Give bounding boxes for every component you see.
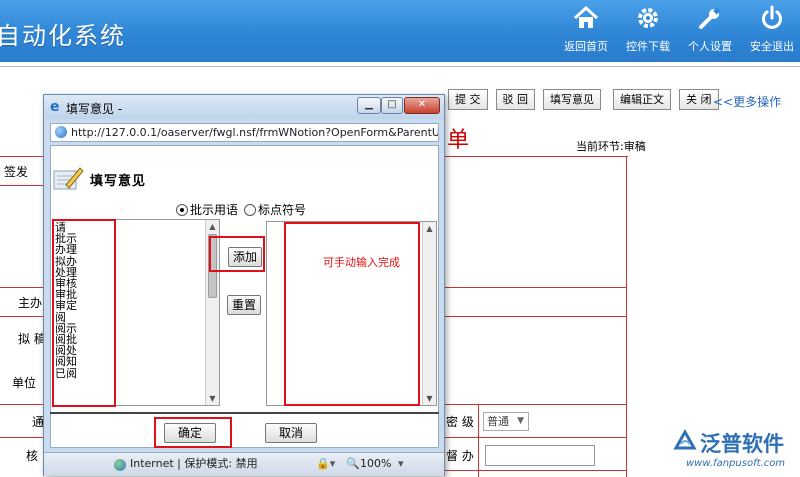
form-line bbox=[445, 316, 627, 317]
submit-button[interactable]: 提 交 bbox=[448, 89, 488, 110]
phrase-type-radios: 批示用语 标点符号 bbox=[176, 201, 306, 218]
edit-body-button[interactable]: 编辑正文 bbox=[613, 89, 671, 110]
brand-logo-icon bbox=[673, 428, 697, 450]
radio-instruction[interactable] bbox=[176, 203, 188, 216]
opinion-header: 填写意见 bbox=[52, 165, 146, 193]
address-bar[interactable]: http://127.0.0.1/oaserver/fwgl.nsf/frmWN… bbox=[50, 123, 439, 142]
minimize-button[interactable]: ▁ bbox=[357, 97, 381, 114]
form-line bbox=[445, 470, 627, 471]
nav-download-label: 控件下载 bbox=[626, 40, 670, 53]
reset-button[interactable]: 重置 bbox=[227, 295, 261, 315]
supervise-label: 督 办 bbox=[446, 449, 474, 463]
form-line bbox=[445, 404, 627, 405]
app-title: 自动化系统 bbox=[0, 22, 126, 50]
form-title: 单 bbox=[447, 128, 470, 153]
ie-icon: e bbox=[50, 99, 60, 115]
highlight-input-box bbox=[284, 222, 420, 406]
write-opinion-button[interactable]: 填写意见 bbox=[543, 89, 601, 110]
nav-logout-label: 安全退出 bbox=[750, 40, 794, 53]
radio-instruction-label: 批示用语 bbox=[190, 203, 239, 217]
scroll-up-icon[interactable]: ▲ bbox=[423, 222, 436, 235]
scroll-down-icon[interactable]: ▼ bbox=[206, 392, 219, 405]
form-line bbox=[0, 437, 44, 438]
chevron-down-icon: ▼ bbox=[517, 416, 524, 426]
close-window-button[interactable]: ✕ bbox=[404, 97, 440, 114]
form-line bbox=[0, 287, 44, 288]
radio-punctuation[interactable] bbox=[244, 203, 257, 216]
chevron-down-icon[interactable]: ▾ bbox=[398, 453, 404, 475]
form-line bbox=[478, 404, 479, 477]
opinion-dialog: e 填写意见 - ▁ □ ✕ http://127.0.0.1/oaserver… bbox=[43, 94, 445, 476]
scroll-down-icon[interactable]: ▼ bbox=[423, 392, 436, 405]
highlight-ok-button bbox=[154, 417, 232, 448]
dialog-titlebar[interactable]: e 填写意见 - ▁ □ ✕ bbox=[44, 95, 444, 119]
gear-icon bbox=[638, 8, 658, 28]
nav-logout[interactable]: 安全退出 bbox=[748, 0, 796, 62]
secret-level-select[interactable]: 普通 ▼ bbox=[483, 412, 529, 431]
opinion-scrollbar[interactable]: ▲ ▼ bbox=[422, 222, 436, 405]
zoom-level[interactable]: 100% bbox=[360, 453, 391, 475]
dialog-title: 填写意见 - bbox=[66, 102, 123, 116]
secret-level-label: 密 级 bbox=[446, 415, 474, 429]
form-line bbox=[445, 287, 627, 288]
top-header: 自动化系统 返回首页 控件下载 个人设置 安全退出 bbox=[0, 0, 800, 62]
form-line bbox=[0, 316, 44, 317]
highlight-add-button bbox=[209, 236, 265, 272]
nav-home-label: 返回首页 bbox=[564, 40, 608, 53]
action-toolbar: 提 交 驳 回 填写意见 编辑正文 关 闭 bbox=[448, 89, 727, 111]
home-icon bbox=[573, 5, 599, 28]
globe-icon bbox=[114, 459, 126, 471]
reject-button[interactable]: 驳 回 bbox=[495, 89, 535, 110]
maximize-button[interactable]: □ bbox=[381, 97, 403, 114]
radio-punctuation-label: 标点符号 bbox=[258, 203, 307, 217]
nav-settings-label: 个人设置 bbox=[688, 40, 732, 53]
form-line bbox=[0, 185, 44, 186]
address-url: http://127.0.0.1/oaserver/fwgl.nsf/frmWN… bbox=[71, 126, 439, 139]
nav-home[interactable]: 返回首页 bbox=[562, 0, 610, 62]
status-bar: Internet | 保护模式: 禁用 🔒▾ 🔍 100% ▾ bbox=[44, 452, 444, 476]
notepad-pen-icon bbox=[53, 167, 84, 190]
highlight-phrase-list bbox=[52, 219, 116, 407]
nav-download[interactable]: 控件下载 bbox=[624, 0, 672, 62]
cancel-button[interactable]: 取消 bbox=[265, 423, 317, 443]
zoom-icon: 🔍 bbox=[346, 457, 360, 470]
scroll-up-icon[interactable]: ▲ bbox=[206, 220, 219, 233]
power-icon bbox=[762, 5, 782, 29]
more-actions-link[interactable]: <<更多操作 bbox=[713, 93, 781, 110]
sign-label: 签发 bbox=[4, 165, 29, 179]
supervise-input[interactable] bbox=[485, 445, 595, 466]
secret-level-value: 普通 bbox=[487, 415, 509, 428]
footer-separator bbox=[50, 412, 439, 414]
nav-settings[interactable]: 个人设置 bbox=[686, 0, 734, 62]
form-line bbox=[0, 404, 44, 405]
security-zone: Internet | 保护模式: 禁用 bbox=[130, 457, 258, 470]
form-line bbox=[445, 437, 627, 438]
page-icon bbox=[55, 126, 67, 138]
main-office-label: 主办 bbox=[18, 296, 43, 310]
wrench-icon bbox=[699, 7, 721, 29]
review-label: 核 bbox=[26, 449, 39, 463]
current-step-label: 当前环节:审稿 bbox=[576, 140, 646, 153]
draft-label: 拟 稿 bbox=[18, 332, 46, 346]
brand-name: 泛普软件 bbox=[700, 432, 784, 456]
opinion-header-text: 填写意见 bbox=[90, 173, 147, 189]
header-divider bbox=[0, 66, 800, 67]
protected-mode-icon[interactable]: 🔒▾ bbox=[316, 453, 335, 475]
brand-url: www.fanpusoft.com bbox=[686, 458, 786, 469]
unit-label: 单位 bbox=[12, 376, 37, 390]
